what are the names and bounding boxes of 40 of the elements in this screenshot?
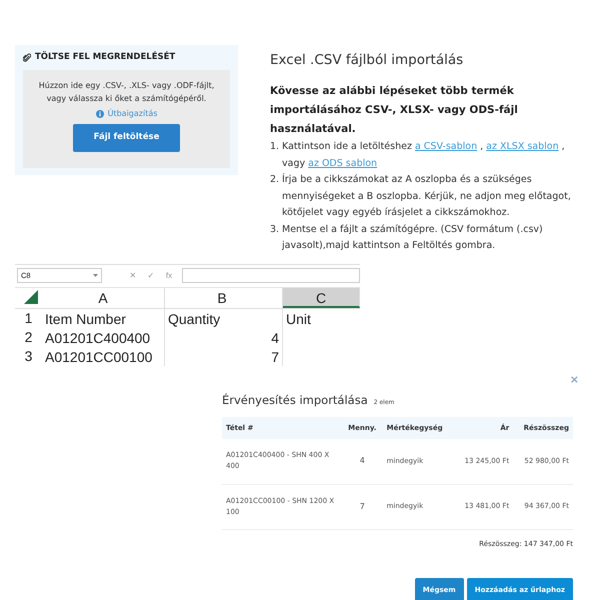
step-text: Mentse el a fájlt a számítógépre. (CSV formátum (.csv) javasolt),majd kattintson a Feltöltés gombra. — [282, 222, 544, 254]
spreadsheet-cell: A01201C400400 — [42, 328, 165, 347]
template-link[interactable]: az ODS sablon — [308, 158, 378, 169]
info-icon — [96, 110, 104, 118]
upload-button[interactable]: Fájl feltöltése — [73, 124, 180, 152]
row-number[interactable]: 3 — [15, 346, 42, 367]
step-number: 1. — [270, 140, 280, 154]
template-link[interactable]: a CSV-sablon — [414, 141, 478, 152]
close-button[interactable]: × — [570, 372, 579, 388]
paperclip-icon — [23, 52, 31, 62]
help-link[interactable]: Útbaigazítás — [108, 108, 158, 120]
step-number: 2. — [270, 173, 280, 188]
spreadsheet-cell-text: Unit — [285, 310, 312, 328]
step-number: 3. — [270, 222, 280, 237]
column-header[interactable]: C — [283, 288, 360, 308]
column-header[interactable]: A — [42, 288, 165, 308]
quantity: 7 — [360, 502, 365, 510]
formula-button[interactable]: fx — [160, 270, 178, 282]
spreadsheet-cell: 4 — [165, 328, 283, 347]
drop-instructions: Húzzon ide egy .CSV-, .XLS- vagy .ODF-fájlt, vagy válassza ki őket a számítógépéről. — [38, 80, 216, 105]
caret-icon — [93, 274, 98, 278]
formula-button[interactable]: ✓ — [142, 270, 160, 282]
step-text: Kattintson ide a letöltéshez a CSV-sablon , az XLSX sablon , vagy az ODS sablon — [282, 140, 566, 171]
intro-text: Kövesse az alábbi lépéseket több termék importálásához CSV-, XLSX- vagy ODS-fájl használatával. — [270, 84, 519, 138]
step-text: Írja be a cikkszámokat az A oszlopba és a szükséges mennyiségeket a B oszlopba. Kérjük, ne adjon meg előtagot, kötőjelet vagy egyéb írásjelet a cikkszámokhoz. — [282, 172, 572, 220]
spreadsheet-cell: A01201CC00100 — [42, 346, 165, 366]
row-number[interactable]: 2 — [15, 326, 42, 348]
spreadsheet-cell: Quantity — [165, 308, 283, 328]
spreadsheet-cell: Item Number — [42, 308, 165, 328]
panel-title: TÖLTSE FEL MEGRENDELÉSÉT — [35, 51, 176, 64]
row-number[interactable]: 1 — [15, 308, 42, 329]
formula-input[interactable] — [182, 268, 360, 284]
template-link[interactable]: az XLSX sablon — [486, 141, 559, 152]
formula-button[interactable]: ✕ — [124, 270, 142, 282]
quantity: 4 — [360, 456, 365, 466]
dialog-title: Érvényesítés importálása — [222, 392, 368, 407]
drop-zone[interactable]: Húzzon ide egy .CSV-, .XLS- vagy .ODF-fájlt, vagy válassza ki őket a számítógépéről. Útbaigazítás Fájl feltöltése — [23, 70, 230, 168]
spreadsheet-cell: 7 — [165, 346, 283, 366]
section-title: Excel .CSV fájlból importálás — [270, 51, 464, 70]
select-all-icon[interactable] — [24, 290, 38, 304]
